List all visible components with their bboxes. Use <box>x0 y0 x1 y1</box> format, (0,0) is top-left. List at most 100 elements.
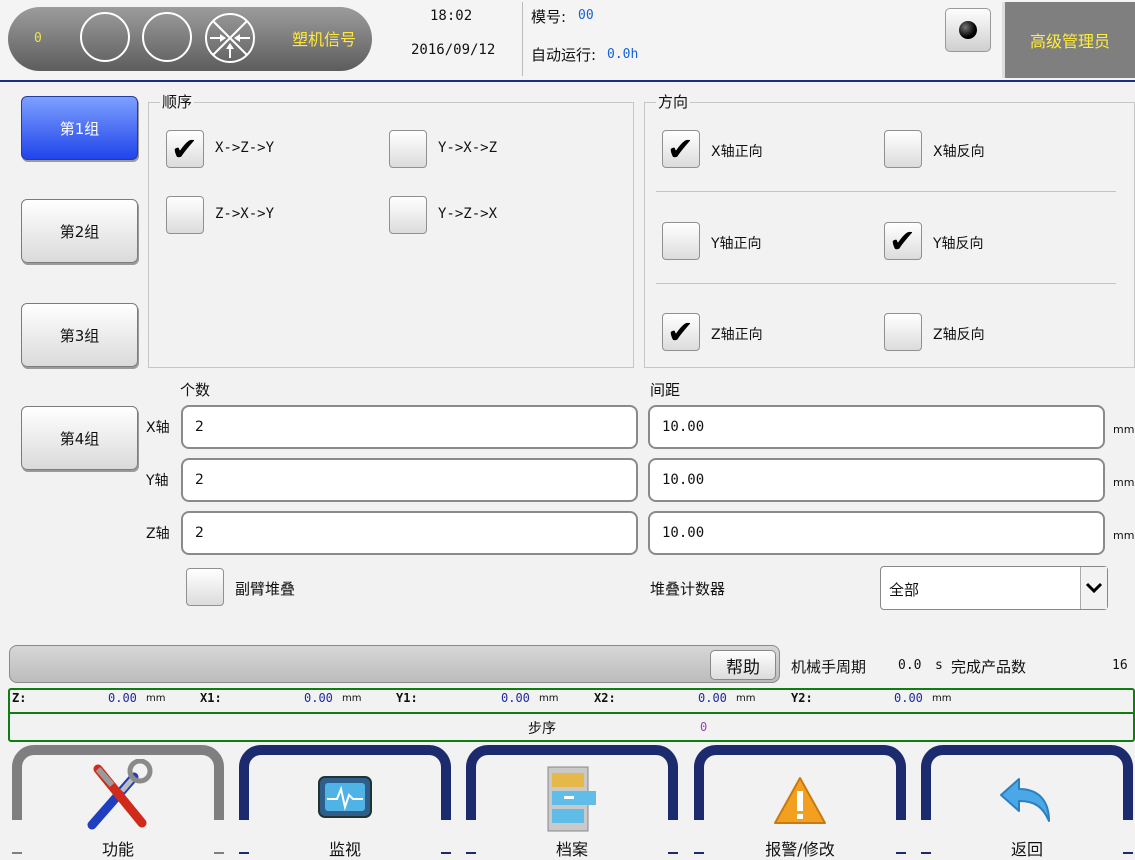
y-positive-checkbox[interactable] <box>662 222 700 260</box>
function-nav-button[interactable]: 功能 <box>8 745 228 859</box>
checkmark-icon: ✔ <box>171 130 198 168</box>
z-count-input[interactable]: 2 <box>181 511 638 555</box>
z-positive-label: Z轴正向 <box>711 327 763 343</box>
user-role-button[interactable]: 高级管理员 <box>1002 2 1135 78</box>
signal-circle-icon <box>142 12 192 62</box>
auto-run-label: 自动运行: <box>531 46 597 64</box>
coord-value-z: 0.00 <box>108 691 137 705</box>
cycle-unit: s <box>935 658 943 673</box>
back-arrow-icon <box>997 775 1057 827</box>
mold-close-icon <box>204 12 256 64</box>
signal-label: 塑机信号 <box>292 30 357 49</box>
order-label-zxy: Z->X->Y <box>215 206 275 222</box>
group-4-button[interactable]: 第4组 <box>21 406 138 470</box>
y-count-input[interactable]: 2 <box>181 458 638 502</box>
order-checkbox-xzy[interactable]: ✔ <box>166 130 204 168</box>
checkmark-icon: ✔ <box>667 130 694 168</box>
sub-arm-stack-label: 副臂堆叠 <box>235 580 296 598</box>
back-nav-button[interactable]: 返回 <box>917 745 1135 859</box>
z-axis-label: Z轴 <box>146 526 170 542</box>
coord-unit-x2: mm <box>736 693 756 704</box>
x-positive-checkbox[interactable]: ✔ <box>662 130 700 168</box>
coord-label-y1: Y1: <box>396 691 418 705</box>
signal-count: 0 <box>34 31 42 46</box>
order-label-yzx: Y->Z->X <box>438 206 498 222</box>
y-negative-label: Y轴反向 <box>933 236 984 252</box>
completed-value: 16 <box>1112 658 1128 673</box>
nav-label: 报警/修改 <box>765 840 835 859</box>
nav-label: 返回 <box>1010 840 1043 859</box>
alarm-nav-button[interactable]: 报警/修改 <box>690 745 910 859</box>
order-checkbox-zxy[interactable] <box>166 196 204 234</box>
y-negative-checkbox[interactable]: ✔ <box>884 222 922 260</box>
camera-icon <box>959 21 977 39</box>
z-positive-checkbox[interactable]: ✔ <box>662 313 700 351</box>
divider <box>656 191 1116 192</box>
z-negative-checkbox[interactable] <box>884 313 922 351</box>
cycle-label: 机械手周期 <box>791 658 867 676</box>
order-checkbox-yzx[interactable] <box>389 196 427 234</box>
cycle-value: 0.0 <box>898 658 922 673</box>
y-axis-label: Y轴 <box>146 473 169 489</box>
count-title: 个数 <box>180 381 211 399</box>
stack-counter-select[interactable]: 全部 <box>880 566 1108 610</box>
coord-unit-z: mm <box>146 693 166 704</box>
coord-value-y2: 0.00 <box>894 691 923 705</box>
checkmark-icon: ✔ <box>667 313 694 351</box>
x-count-input[interactable]: 2 <box>181 405 638 449</box>
x-spacing-unit: mm <box>1113 423 1135 436</box>
coord-label-z: Z: <box>12 691 27 705</box>
order-label-xzy: X->Z->Y <box>215 140 275 156</box>
z-spacing-input[interactable]: 10.00 <box>648 511 1105 555</box>
camera-button[interactable] <box>945 8 991 52</box>
x-negative-label: X轴反向 <box>933 144 985 160</box>
z-spacing-unit: mm <box>1113 529 1135 542</box>
x-spacing-input[interactable]: 10.00 <box>648 405 1105 449</box>
tools-icon <box>78 758 158 831</box>
machine-signal-indicator[interactable]: 0 塑机信号 <box>8 7 372 71</box>
axis-position-panel <box>8 688 1135 742</box>
signal-circle-icon <box>80 12 130 62</box>
monitor-icon <box>317 775 373 821</box>
top-bar: 0 塑机信号 18:02 2016/09/12 模号: 00 自动运行: 0.0… <box>0 0 1135 82</box>
step-value: 0 <box>700 720 708 734</box>
auto-run-value: 0.0h <box>607 47 639 62</box>
nav-label: 档案 <box>555 840 588 859</box>
divider <box>656 283 1116 284</box>
clock-date: 2016/09/12 <box>411 42 496 58</box>
order-label-yxz: Y->X->Z <box>438 140 498 156</box>
divider <box>8 712 1135 714</box>
coord-label-x2: X2: <box>594 691 616 705</box>
model-label: 模号: <box>531 8 567 26</box>
help-button[interactable]: 帮助 <box>710 650 776 680</box>
model-value: 00 <box>578 8 594 23</box>
clock-time: 18:02 <box>430 8 473 24</box>
step-label: 步序 <box>528 721 556 737</box>
warning-icon <box>772 775 828 827</box>
coord-unit-x1: mm <box>342 693 362 704</box>
coord-unit-y2: mm <box>932 693 952 704</box>
x-positive-label: X轴正向 <box>711 144 763 160</box>
nav-label: 功能 <box>101 840 134 859</box>
y-positive-label: Y轴正向 <box>711 236 762 252</box>
file-cabinet-icon <box>542 763 602 835</box>
checkmark-icon: ✔ <box>889 222 916 260</box>
archive-nav-button[interactable]: 档案 <box>462 745 682 859</box>
order-checkbox-yxz[interactable] <box>389 130 427 168</box>
monitor-nav-button[interactable]: 监视 <box>235 745 455 859</box>
nav-label: 监视 <box>328 840 361 859</box>
y-spacing-input[interactable]: 10.00 <box>648 458 1105 502</box>
sub-arm-stack-checkbox[interactable] <box>186 568 224 606</box>
divider <box>522 2 523 76</box>
x-negative-checkbox[interactable] <box>884 130 922 168</box>
spacing-title: 间距 <box>650 381 681 399</box>
coord-unit-y1: mm <box>539 693 559 704</box>
x-axis-label: X轴 <box>146 420 170 436</box>
y-spacing-unit: mm <box>1113 476 1135 489</box>
group-1-button[interactable]: 第1组 <box>21 96 138 160</box>
z-negative-label: Z轴反向 <box>933 327 985 343</box>
chevron-down-icon <box>1080 567 1107 609</box>
coord-value-x2: 0.00 <box>698 691 727 705</box>
group-2-button[interactable]: 第2组 <box>21 199 138 263</box>
group-3-button[interactable]: 第3组 <box>21 303 138 367</box>
